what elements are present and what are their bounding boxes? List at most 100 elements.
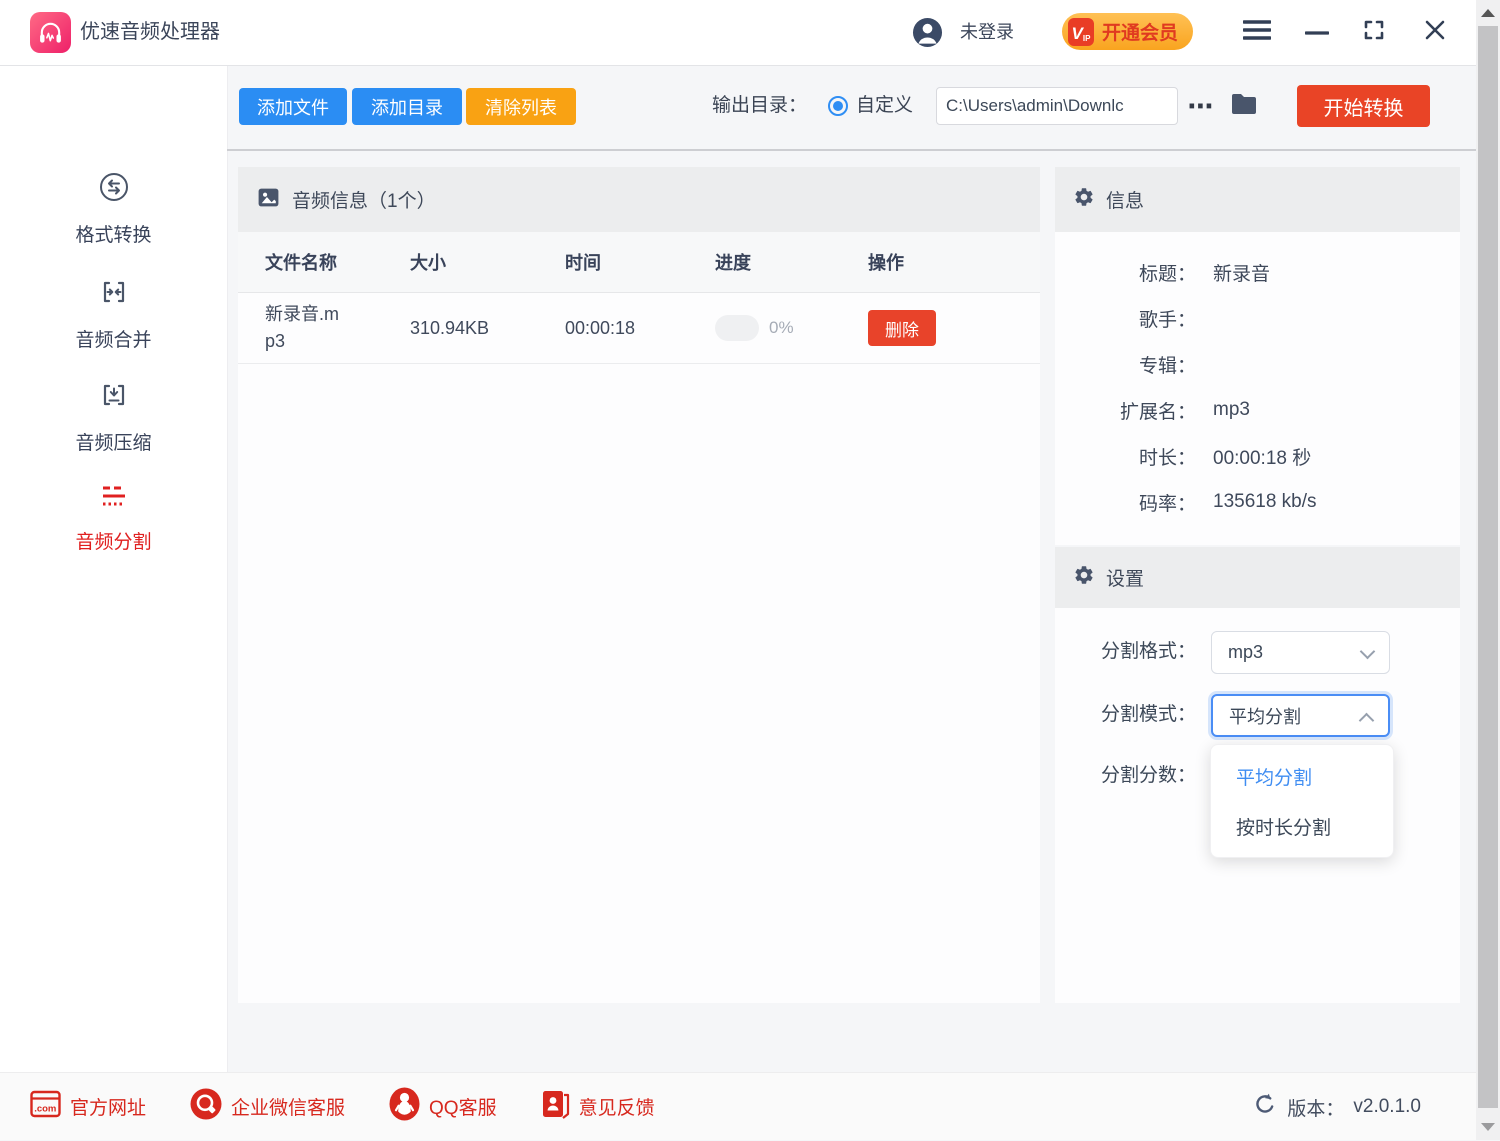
open-folder-icon[interactable] (1230, 92, 1258, 121)
hamburger-icon (1243, 18, 1271, 47)
open-vip-button[interactable]: V IP 开通会员 (1062, 13, 1193, 50)
split-format-label: 分割格式： (1055, 639, 1196, 665)
scrollbar-down-arrow[interactable] (1481, 1123, 1495, 1131)
sidebar-item-audio-split[interactable]: 音频分割 (0, 482, 227, 554)
update-refresh-icon[interactable] (1252, 1092, 1278, 1123)
chevron-down-icon (1360, 644, 1376, 660)
sidebar-item-label: 音频压缩 (75, 428, 151, 455)
audio-compress-icon (98, 379, 130, 416)
window-scrollbar (1476, 0, 1500, 1140)
login-status[interactable]: 未登录 (960, 0, 1014, 65)
col-filename: 文件名称 (238, 249, 410, 275)
close-icon (1425, 20, 1445, 45)
action-cell: 删除 (868, 310, 1040, 346)
settings-section-title: 设置 (1106, 564, 1144, 591)
split-count-label: 分割分数： (1055, 763, 1196, 789)
split-format-select[interactable]: mp3 (1211, 631, 1390, 674)
output-path-input[interactable] (936, 87, 1178, 125)
scrollbar-thumb[interactable] (1478, 26, 1498, 1108)
progress-cell: 0% (715, 315, 868, 341)
official-website-link[interactable]: .com 官方网址 (30, 1090, 146, 1123)
vip-badge-icon: V IP (1068, 18, 1094, 46)
info-row-extension: 扩展名： mp3 (1055, 387, 1460, 433)
info-row-duration: 时长： 00:00:18 秒 (1055, 433, 1460, 479)
feedback-link[interactable]: 意见反馈 (541, 1089, 655, 1125)
sidebar-item-label: 格式转换 (75, 220, 151, 247)
minimize-icon (1305, 24, 1329, 42)
right-panel: 信息 标题： 新录音 歌手： 专辑： 扩展名： mp3 时长： 00:00:18… (1055, 167, 1460, 1003)
format-convert-icon (98, 171, 130, 208)
minimize-button[interactable] (1295, 0, 1339, 65)
sidebar-item-audio-merge[interactable]: 音频合并 (0, 276, 227, 352)
gear-icon (1073, 186, 1095, 213)
split-mode-select[interactable]: 平均分割 (1211, 694, 1390, 737)
wechat-service-icon (190, 1088, 222, 1125)
info-section-title: 信息 (1106, 186, 1144, 213)
maximize-button[interactable] (1352, 0, 1396, 65)
qq-service-link[interactable]: QQ客服 (389, 1087, 497, 1126)
split-mode-dropdown: 平均分割 按时长分割 (1210, 744, 1394, 858)
progress-percent: 0% (769, 318, 794, 338)
footer-bar: .com 官方网址 企业微信客服 QQ客服 (0, 1072, 1476, 1140)
info-section-body: 标题： 新录音 歌手： 专辑： 扩展名： mp3 时长： 00:00:18 秒 … (1055, 232, 1460, 545)
toolbar-divider (227, 149, 1476, 151)
dropdown-option-by-duration[interactable]: 按时长分割 (1211, 801, 1393, 851)
table-header-row: 文件名称 大小 时间 进度 操作 (238, 232, 1040, 293)
qq-service-icon (389, 1087, 420, 1126)
wechat-service-link[interactable]: 企业微信客服 (190, 1088, 345, 1125)
feedback-icon (541, 1089, 570, 1125)
svg-text:.com: .com (34, 1104, 56, 1115)
file-list-panel: 音频信息（1个） 文件名称 大小 时间 进度 操作 新录音.mp3 310.94… (238, 167, 1040, 1003)
file-list-title: 音频信息（1个） (292, 186, 436, 213)
sidebar-item-label: 音频合并 (75, 325, 151, 352)
output-dir-label: 输出目录： (712, 95, 807, 117)
audio-merge-icon (98, 276, 130, 313)
scrollbar-up-arrow[interactable] (1481, 9, 1495, 17)
close-button[interactable] (1412, 0, 1458, 65)
delete-button[interactable]: 删除 (868, 310, 936, 346)
settings-section-header: 设置 (1055, 547, 1460, 608)
col-size: 大小 (410, 249, 565, 275)
version-value: v2.0.1.0 (1353, 1096, 1421, 1118)
col-time: 时间 (565, 249, 715, 275)
table-row: 新录音.mp3 310.94KB 00:00:18 0% 删除 (238, 293, 1040, 364)
chevron-up-icon (1359, 713, 1375, 729)
info-row-bitrate: 码率： 135618 kb/s (1055, 479, 1460, 525)
file-size: 310.94KB (410, 318, 565, 339)
info-row-artist: 歌手： (1055, 295, 1460, 341)
start-convert-button[interactable]: 开始转换 (1297, 85, 1430, 127)
audio-info-icon (256, 185, 281, 215)
maximize-icon (1363, 19, 1385, 46)
sidebar-item-format-convert[interactable]: 格式转换 (0, 171, 227, 247)
custom-radio-label: 自定义 (856, 95, 913, 117)
audio-split-icon (97, 482, 131, 515)
app-title: 优速音频处理器 (80, 0, 220, 65)
sidebar-item-label: 音频分割 (75, 527, 151, 554)
clear-list-button[interactable]: 清除列表 (466, 88, 576, 125)
info-row-title: 标题： 新录音 (1055, 249, 1460, 295)
split-mode-label: 分割模式： (1055, 702, 1196, 728)
col-progress: 进度 (715, 249, 868, 275)
file-name: 新录音.mp3 (238, 301, 410, 355)
dropdown-option-average-split[interactable]: 平均分割 (1211, 751, 1393, 801)
add-directory-button[interactable]: 添加目录 (352, 88, 462, 125)
menu-button[interactable] (1233, 0, 1281, 65)
file-list-header: 音频信息（1个） (238, 167, 1040, 232)
website-icon: .com (30, 1090, 61, 1123)
browse-more-button[interactable]: ⋯ (1186, 84, 1216, 128)
info-row-album: 专辑： (1055, 341, 1460, 387)
sidebar: 格式转换 音频合并 音频压缩 (0, 66, 228, 1072)
open-vip-label: 开通会员 (1102, 18, 1178, 45)
info-section-header: 信息 (1055, 167, 1460, 232)
add-file-button[interactable]: 添加文件 (239, 88, 347, 125)
progress-bar (715, 315, 759, 341)
user-avatar-icon[interactable] (912, 17, 943, 53)
file-time: 00:00:18 (565, 318, 715, 339)
version-label: 版本： (1287, 1094, 1344, 1121)
custom-radio[interactable] (828, 96, 848, 116)
gear-icon (1073, 564, 1095, 591)
app-logo-icon (30, 12, 71, 53)
version-info: 版本： v2.0.1.0 (1252, 1073, 1421, 1141)
col-action: 操作 (868, 249, 1040, 275)
sidebar-item-audio-compress[interactable]: 音频压缩 (0, 379, 227, 455)
